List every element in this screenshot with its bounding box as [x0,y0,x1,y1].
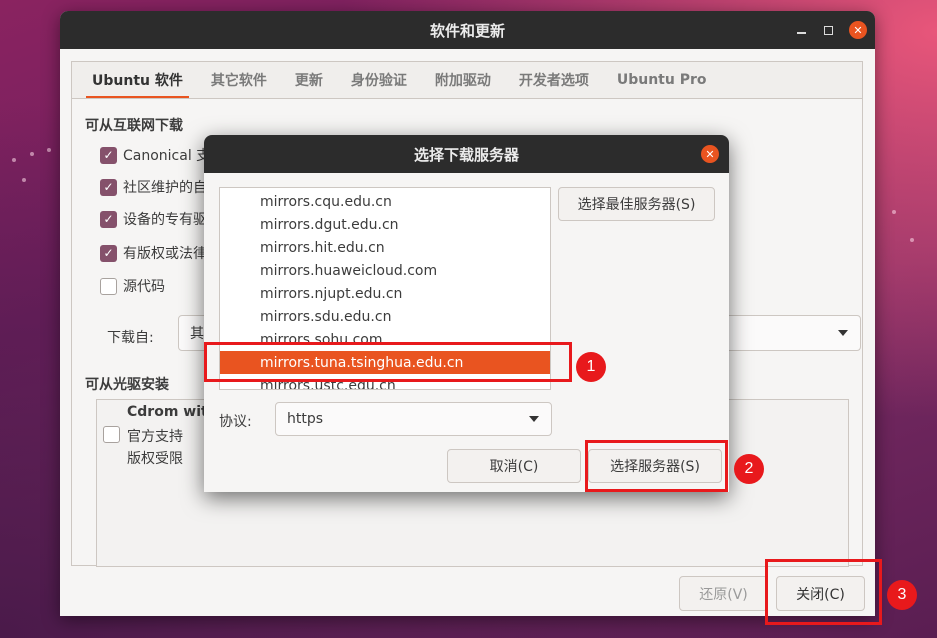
wallpaper-dot [12,158,16,162]
wallpaper-dot [892,210,896,214]
dialog-close-button[interactable]: ✕ [701,145,719,163]
wallpaper-dot [30,152,34,156]
checkbox-row-community[interactable]: ✓ 社区维护的自 [100,177,207,197]
highlight-choose-server-button [585,440,728,492]
checkbox-label: 有版权或法律 [123,246,207,262]
main-titlebar: 软件和更新 ✕ [60,11,875,49]
dialog-title: 选择下载服务器 [413,145,519,164]
step-marker-1: 1 [576,352,606,382]
cdrom-line1: 官方支持 [127,429,183,445]
minimize-icon [796,32,806,34]
checkbox-label: 社区维护的自 [123,180,207,196]
checkbox-checked-icon[interactable]: ✓ [100,178,117,196]
internet-section-title: 可从互联网下载 [85,118,183,134]
server-list-item[interactable]: mirrors.cqu.edu.cn [220,190,550,213]
step-marker-2: 2 [734,454,764,484]
server-list-item[interactable]: mirrors.huaweicloud.com [220,259,550,282]
checkbox-label: Canonical 支 [123,148,211,164]
protocol-label: 协议: [219,414,252,430]
maximize-button[interactable] [814,11,842,49]
server-list-item[interactable]: mirrors.sdu.edu.cn [220,305,550,328]
cdrom-checkbox[interactable] [103,426,120,443]
tab-developer-options[interactable]: 开发者选项 [519,62,589,98]
tab-other-software[interactable]: 其它软件 [211,62,267,98]
checkbox-row-canonical[interactable]: ✓ Canonical 支 [100,145,210,165]
window-title: 软件和更新 [429,21,505,40]
cdrom-section-title: 可从光驱安装 [85,377,169,393]
tab-ubuntu-pro[interactable]: Ubuntu Pro [617,62,707,98]
highlight-selected-server [204,342,572,382]
highlight-close-button [765,559,882,625]
close-icon: ✕ [849,21,867,39]
protocol-combo[interactable]: https [275,402,552,436]
dialog-titlebar: 选择下载服务器 ✕ [204,135,729,173]
server-list-item[interactable]: mirrors.hit.edu.cn [220,236,550,259]
tab-authentication[interactable]: 身份验证 [351,62,407,98]
checkbox-checked-icon[interactable]: ✓ [100,244,117,262]
checkbox-row-source-code[interactable]: 源代码 [100,276,165,296]
tab-additional-drivers[interactable]: 附加驱动 [435,62,491,98]
tab-updates[interactable]: 更新 [295,62,323,98]
checkbox-row-proprietary-drivers[interactable]: ✓ 设备的专有驱 [100,209,207,229]
window-close-button[interactable]: ✕ [844,11,872,49]
checkbox-checked-icon[interactable]: ✓ [100,146,117,164]
checkbox-label: 源代码 [123,279,165,295]
checkbox-unchecked-icon[interactable] [100,277,117,295]
cancel-button[interactable]: 取消(C) [447,449,581,483]
wallpaper-dot [47,148,51,152]
step-marker-3: 3 [887,580,917,610]
choose-server-dialog: 选择下载服务器 ✕ mirrors.cqu.edu.cn mirrors.dgu… [204,135,729,492]
checkbox-checked-icon[interactable]: ✓ [100,210,117,228]
checkbox-label: 设备的专有驱 [123,212,207,228]
tab-bar: Ubuntu 软件 其它软件 更新 身份验证 附加驱动 开发者选项 Ubuntu… [71,61,863,99]
protocol-value: https [287,411,324,427]
wallpaper-dot [22,178,26,182]
revert-button[interactable]: 还原(V) [679,576,768,611]
server-list-item[interactable]: mirrors.njupt.edu.cn [220,282,550,305]
wallpaper-dot [910,238,914,242]
server-list-item[interactable]: mirrors.dgut.edu.cn [220,213,550,236]
chevron-down-icon [529,416,539,422]
maximize-icon [823,25,833,35]
chevron-down-icon [838,330,848,336]
tab-ubuntu-software[interactable]: Ubuntu 软件 [86,62,189,99]
select-best-server-button[interactable]: 选择最佳服务器(S) [558,187,715,221]
cdrom-line2: 版权受限 [127,451,183,467]
minimize-button[interactable] [787,11,815,49]
checkbox-row-restricted[interactable]: ✓ 有版权或法律 [100,243,207,263]
download-from-label: 下载自: [107,330,154,346]
